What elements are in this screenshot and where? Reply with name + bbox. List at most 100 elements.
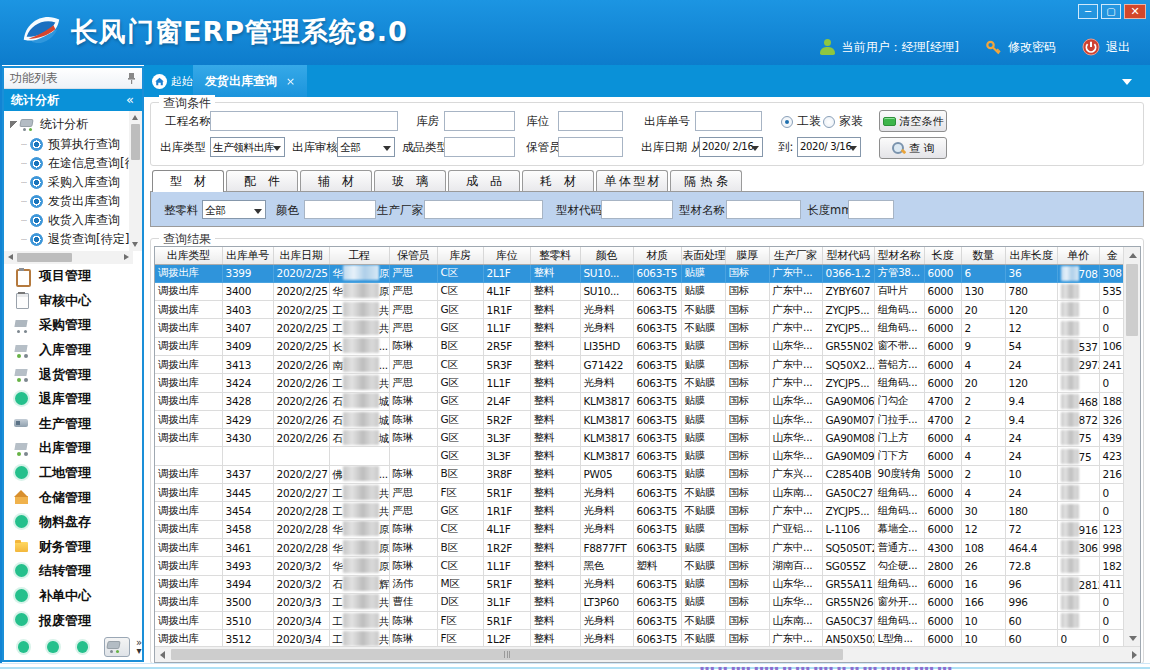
- sidebar-item-6[interactable]: 退库管理: [4, 387, 142, 412]
- table-cell[interactable]: 调拨出库: [155, 575, 222, 593]
- column-header[interactable]: 保管员: [389, 247, 437, 264]
- sidebar-item-11[interactable]: 物料盘存: [4, 510, 142, 535]
- table-cell[interactable]: 0: [1099, 502, 1125, 520]
- table-cell[interactable]: 90度转角: [874, 465, 924, 483]
- table-cell[interactable]: 石城: [329, 392, 389, 410]
- table-cell[interactable]: 不贴膜: [681, 484, 725, 502]
- table-cell[interactable]: 3493: [222, 557, 273, 575]
- table-cell[interactable]: 916: [1057, 520, 1099, 538]
- table-cell[interactable]: 308: [1099, 264, 1125, 282]
- tree-item-2[interactable]: ┄在途信息查询[待: [18, 154, 137, 173]
- table-cell[interactable]: 2812: [1057, 575, 1099, 593]
- table-cell[interactable]: 5R1F: [483, 484, 530, 502]
- table-cell[interactable]: 调拨出库: [155, 392, 222, 410]
- table-cell[interactable]: 5R3F: [483, 355, 530, 373]
- table-row[interactable]: 调拨出库34092020/2/25长...陈琳B区2R5F整料LI35HD606…: [155, 337, 1125, 355]
- tree-horizontal-scrollbar[interactable]: [4, 251, 133, 264]
- table-cell[interactable]: 广东中...: [769, 538, 822, 556]
- table-cell[interactable]: C区: [437, 520, 483, 538]
- table-cell[interactable]: 国标: [725, 593, 769, 611]
- table-cell[interactable]: [273, 447, 329, 465]
- table-cell[interactable]: 贴膜: [681, 264, 725, 282]
- table-cell[interactable]: 广亚铝...: [769, 520, 822, 538]
- table-row[interactable]: 调拨出库34032020/2/25工共工程严思G区1R1F整料光身料6063-T…: [155, 301, 1125, 319]
- table-cell[interactable]: 3413: [222, 355, 273, 373]
- table-cell[interactable]: 光身料: [580, 612, 633, 630]
- table-cell[interactable]: 4: [961, 447, 1005, 465]
- table-cell[interactable]: 4300: [924, 538, 961, 556]
- quick-icon-1[interactable]: [18, 641, 29, 653]
- material-tab-4[interactable]: 玻 璃: [374, 170, 446, 191]
- table-cell[interactable]: 2020/2/27: [273, 465, 329, 483]
- table-cell[interactable]: G区: [437, 301, 483, 319]
- table-cell[interactable]: 汤伟: [389, 575, 437, 593]
- table-cell[interactable]: 4: [961, 484, 1005, 502]
- table-cell[interactable]: 山东华...: [769, 447, 822, 465]
- table-cell[interactable]: 山东华...: [769, 392, 822, 410]
- table-cell[interactable]: 6063-T5: [633, 465, 681, 483]
- table-cell[interactable]: 9: [961, 337, 1005, 355]
- table-cell[interactable]: 华原...: [329, 520, 389, 538]
- table-cell[interactable]: 调拨出库: [155, 538, 222, 556]
- column-header[interactable]: 出库单号: [222, 247, 273, 264]
- table-cell[interactable]: 0366-1.2: [822, 264, 874, 282]
- table-cell[interactable]: 3424: [222, 374, 273, 392]
- table-cell[interactable]: 6063-T5: [633, 301, 681, 319]
- table-cell[interactable]: 0: [1099, 612, 1125, 630]
- table-cell[interactable]: [1057, 282, 1099, 300]
- material-tab-7[interactable]: 单 体 型 材: [596, 170, 668, 191]
- table-cell[interactable]: 贴膜: [681, 538, 725, 556]
- table-cell[interactable]: 整料: [530, 612, 580, 630]
- quick-icon-3[interactable]: [77, 641, 88, 653]
- tree-expander-icon[interactable]: [10, 121, 17, 128]
- table-cell[interactable]: [1057, 502, 1099, 520]
- quick-cart-button[interactable]: [104, 637, 130, 657]
- table-cell[interactable]: 严思: [389, 502, 437, 520]
- tree-vertical-scrollbar[interactable]: [129, 111, 142, 251]
- table-cell[interactable]: G71422: [580, 355, 633, 373]
- table-cell[interactable]: 贴膜: [681, 410, 725, 428]
- column-header[interactable]: 颜色: [580, 247, 633, 264]
- tree-item-3[interactable]: ┄采购入库查询: [18, 173, 120, 192]
- table-cell[interactable]: 长...: [329, 337, 389, 355]
- material-tab-3[interactable]: 辅 材: [300, 170, 372, 191]
- radio-gongzhuang[interactable]: 工装: [781, 113, 821, 130]
- more-button[interactable]: »▾: [136, 639, 142, 655]
- column-header[interactable]: 库房: [437, 247, 483, 264]
- table-cell[interactable]: 光身料: [580, 301, 633, 319]
- column-header[interactable]: 长度: [924, 247, 961, 264]
- table-cell[interactable]: PW05: [580, 465, 633, 483]
- table-cell[interactable]: 464.4: [1005, 538, 1057, 556]
- table-cell[interactable]: C区: [437, 282, 483, 300]
- table-cell[interactable]: 组角码...: [874, 301, 924, 319]
- column-header[interactable]: 整零料: [530, 247, 580, 264]
- table-cell[interactable]: 广东中...: [769, 502, 822, 520]
- table-cell[interactable]: 30: [961, 502, 1005, 520]
- change-password-link[interactable]: 修改密码: [1008, 39, 1056, 56]
- table-cell[interactable]: 3510: [222, 612, 273, 630]
- table-cell[interactable]: 6063-T5: [633, 392, 681, 410]
- project-name-input[interactable]: [210, 111, 398, 131]
- table-cell[interactable]: F区: [437, 612, 483, 630]
- table-cell[interactable]: 6063-T5: [633, 355, 681, 373]
- sidebar-item-9[interactable]: 工地管理: [4, 461, 142, 486]
- table-cell[interactable]: 门上方: [874, 429, 924, 447]
- table-cell[interactable]: 3461: [222, 538, 273, 556]
- material-tab-8[interactable]: 隔 热 条: [670, 170, 742, 191]
- sidebar-item-7[interactable]: 生产管理: [4, 412, 142, 437]
- keeper-input[interactable]: [558, 137, 623, 157]
- table-cell[interactable]: 国标: [725, 520, 769, 538]
- table-cell[interactable]: 3430: [222, 429, 273, 447]
- product-type-input[interactable]: [444, 137, 515, 157]
- table-cell[interactable]: 整料: [530, 282, 580, 300]
- table-cell[interactable]: 3399: [222, 264, 273, 282]
- table-cell[interactable]: 调拨出库: [155, 410, 222, 428]
- table-row[interactable]: 调拨出库35102020/3/4工共工程陈琳F区5R1F整料光身料6063-T5…: [155, 612, 1125, 630]
- table-cell[interactable]: 6000: [924, 319, 961, 337]
- column-header[interactable]: 库位: [483, 247, 530, 264]
- table-cell[interactable]: 3407: [222, 319, 273, 337]
- sidebar-item-2[interactable]: 审核中心: [4, 289, 142, 314]
- table-cell[interactable]: 光身料: [580, 502, 633, 520]
- table-cell[interactable]: 组角码...: [874, 575, 924, 593]
- table-cell[interactable]: 3L1F: [483, 593, 530, 611]
